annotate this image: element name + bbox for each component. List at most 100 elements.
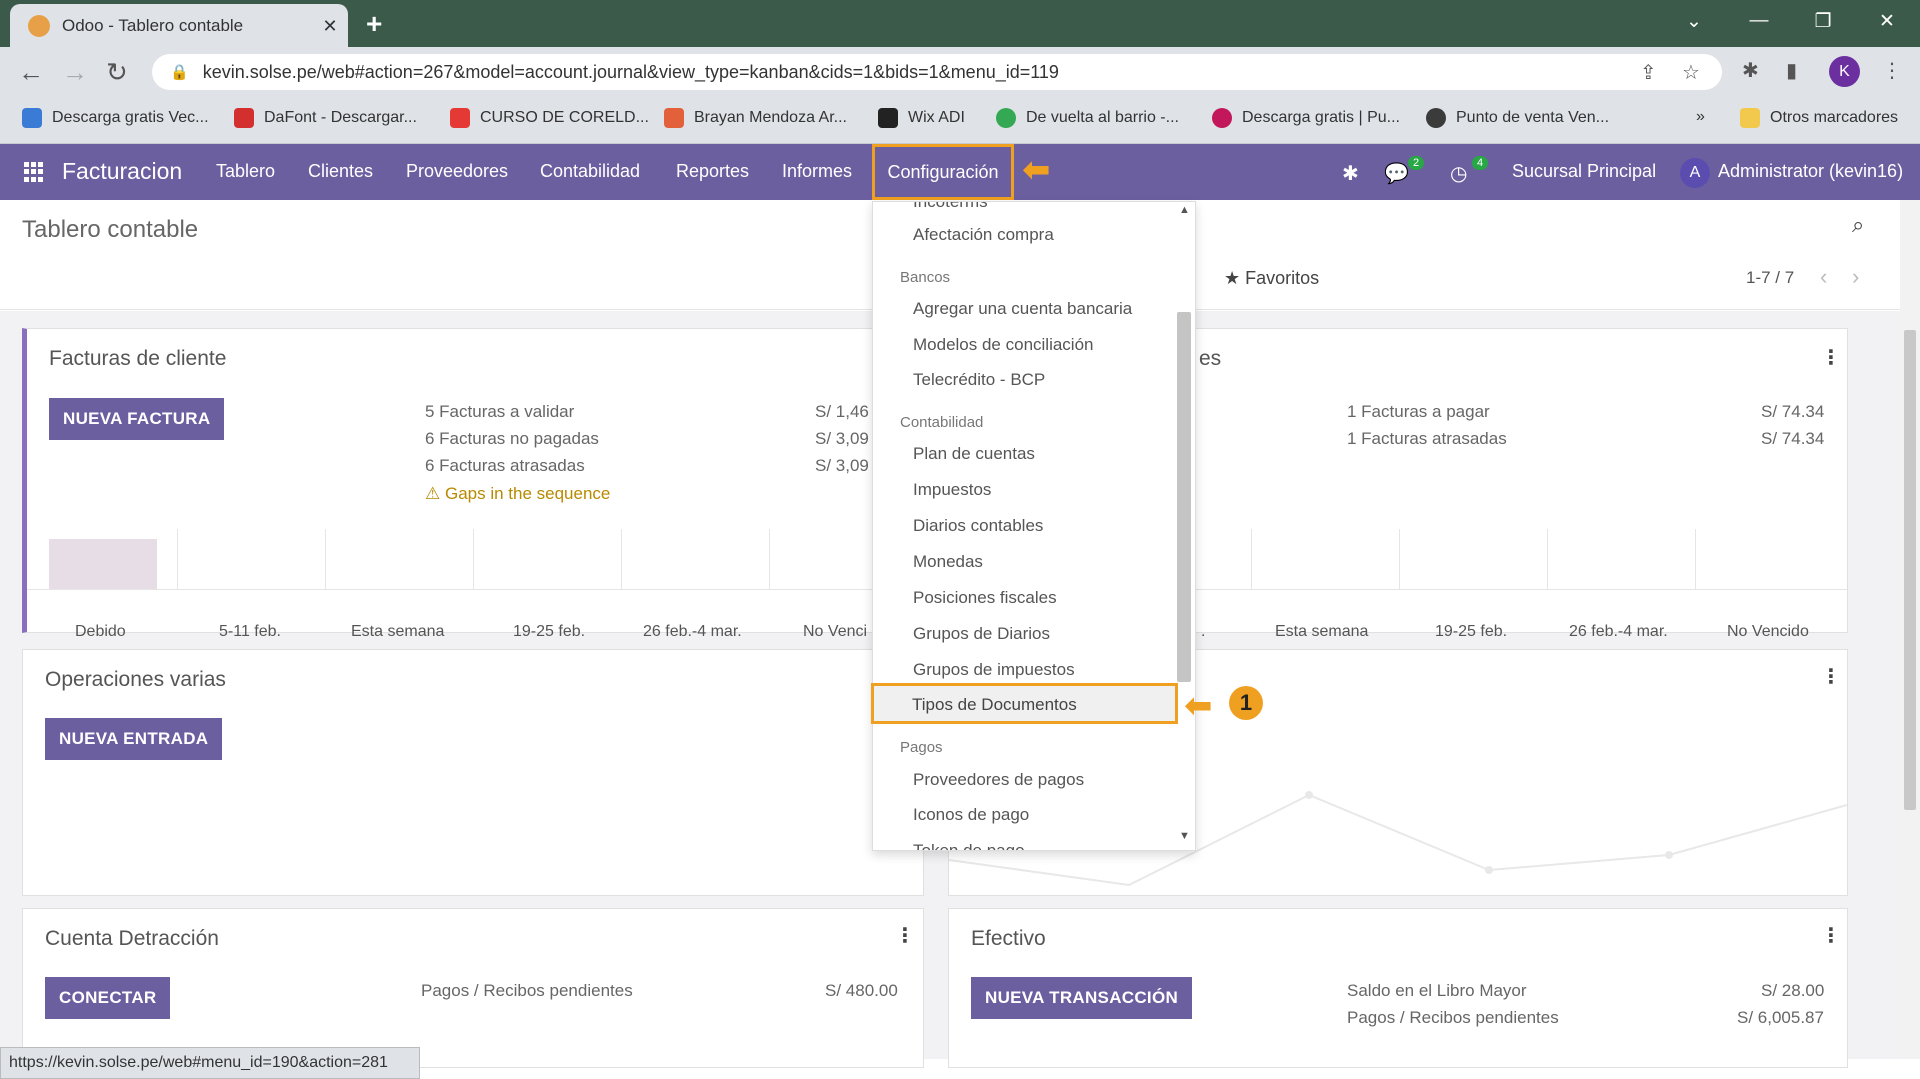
dropdown-item[interactable]: Modelos de conciliación [913, 335, 1094, 355]
dropdown-item[interactable]: Agregar una cuenta bancaria [913, 299, 1132, 319]
dropdown-item[interactable]: Diarios contables [913, 516, 1043, 536]
dropdown-item[interactable]: Monedas [913, 552, 983, 572]
tab-close-icon[interactable]: ✕ [312, 16, 348, 37]
minimize-icon[interactable]: — [1728, 0, 1790, 42]
scroll-down-icon[interactable]: ▼ [1179, 830, 1190, 842]
graph-label: 19-25 feb. [513, 623, 586, 640]
bookmark-favicon-icon [22, 108, 42, 128]
dropdown-section-header: Contabilidad [900, 414, 984, 431]
gaps-warning[interactable]: ⚠ Gaps in the sequence [425, 484, 610, 504]
nav-reportes[interactable]: Reportes [676, 161, 749, 182]
conectar-button[interactable]: CONECTAR [45, 977, 171, 1019]
forward-icon[interactable]: → [62, 57, 88, 88]
dropdown-item[interactable]: Iconos de pago [913, 805, 1029, 825]
dropdown-item[interactable]: Grupos de impuestos [913, 660, 1075, 680]
card-menu-icon[interactable]: ⋮ [1821, 923, 1841, 948]
nav-configuracion[interactable]: Configuración [872, 144, 1014, 200]
bookmarks-overflow-icon[interactable]: » [1696, 108, 1705, 126]
nueva-transaccion-button[interactable]: NUEVA TRANSACCIÓN [971, 977, 1193, 1019]
dropdown-item[interactable]: Proveedores de pagos [913, 770, 1084, 790]
tab-title: Odoo - Tablero contable [62, 16, 244, 35]
chat-icon[interactable]: 💬 [1384, 161, 1409, 186]
search-icon[interactable]: ⌕ [1852, 212, 1864, 238]
nav-clientes[interactable]: Clientes [308, 161, 373, 182]
pager-prev-icon[interactable]: ‹ [1820, 264, 1827, 290]
stat-label[interactable]: 6 Facturas no pagadas [425, 429, 599, 449]
stat-label[interactable]: Pagos / Recibos pendientes [1347, 1008, 1559, 1028]
dropdown-item-tipos-documentos[interactable]: Tipos de Documentos [871, 683, 1178, 724]
new-tab-button[interactable]: + [366, 8, 382, 40]
stat-value: S/ 74.34 [1761, 429, 1825, 448]
stat-label[interactable]: 1 Facturas a pagar [1347, 402, 1490, 422]
stat-label[interactable]: 6 Facturas atrasadas [425, 456, 585, 476]
nueva-factura-button[interactable]: NUEVA FACTURA [49, 398, 225, 440]
profile-avatar[interactable]: K [1829, 56, 1860, 87]
branch-switcher[interactable]: Sucursal Principal [1512, 161, 1656, 182]
scroll-up-icon[interactable]: ▲ [1179, 204, 1190, 216]
bookmark-item[interactable]: Wix ADI [878, 108, 965, 128]
bookmark-star-icon[interactable]: ☆ [1682, 60, 1700, 85]
page-scroll-thumb[interactable] [1904, 330, 1916, 810]
dropdown-item[interactable]: Grupos de Diarios [913, 624, 1050, 644]
bookmark-item[interactable]: De vuelta al barrio -... [996, 108, 1179, 128]
nav-tablero[interactable]: Tablero [216, 161, 275, 182]
other-bookmarks[interactable]: Otros marcadores [1740, 108, 1898, 128]
nueva-entrada-button[interactable]: NUEVA ENTRADA [45, 718, 223, 760]
pager-value[interactable]: 1-7 / 7 [1746, 268, 1794, 288]
bookmark-item[interactable]: Descarga gratis | Pu... [1212, 108, 1400, 128]
bookmark-item[interactable]: Descarga gratis Vec... [22, 108, 209, 128]
stat-label[interactable]: Saldo en el Libro Mayor [1347, 981, 1527, 1001]
dropdown-item[interactable]: Posiciones fiscales [913, 588, 1057, 608]
card-efectivo: Efectivo ⋮ NUEVA TRANSACCIÓN Saldo en el… [948, 908, 1848, 1068]
card-title: es [1199, 347, 1222, 370]
dropdown-item[interactable]: Telecrédito - BCP [913, 370, 1045, 390]
dropdown-item[interactable]: Afectación compra [913, 225, 1054, 245]
browser-menu-icon[interactable]: ⋮ [1882, 58, 1902, 83]
dropdown-item[interactable]: Token de pago [913, 841, 1025, 850]
side-panel-icon[interactable]: ▮ [1786, 58, 1797, 83]
page-scrollbar[interactable] [1900, 200, 1920, 1059]
back-icon[interactable]: ← [18, 57, 44, 88]
user-avatar[interactable]: A [1680, 158, 1710, 188]
dropdown-section-header: Pagos [900, 739, 943, 756]
nav-informes[interactable]: Informes [782, 161, 852, 182]
card-menu-icon[interactable]: ⋮ [1821, 345, 1841, 370]
browser-tab[interactable]: Odoo - Tablero contable ✕ [10, 4, 348, 48]
graph-divider [325, 529, 326, 589]
graph-label: Esta semana [351, 623, 445, 640]
tab-search-icon[interactable]: ⌄ [1663, 0, 1725, 42]
apps-grid-icon[interactable] [24, 162, 44, 182]
reload-icon[interactable]: ↻ [106, 57, 128, 88]
close-window-icon[interactable]: ✕ [1856, 0, 1918, 42]
stat-value: S/ 74.34 [1761, 402, 1825, 421]
app-name[interactable]: Facturacion [62, 158, 182, 185]
user-menu[interactable]: Administrator (kevin16) [1718, 161, 1903, 182]
dropdown-scrollbar[interactable] [1177, 312, 1191, 682]
nav-contabilidad[interactable]: Contabilidad [540, 161, 640, 182]
dropdown-item[interactable]: Plan de cuentas [913, 444, 1035, 464]
nav-proveedores[interactable]: Proveedores [406, 161, 508, 182]
graph-label: No Venci [803, 623, 868, 640]
extensions-icon[interactable]: ✱ [1742, 58, 1759, 83]
stat-label[interactable]: 5 Facturas a validar [425, 402, 574, 422]
play-icon [996, 108, 1016, 128]
favorites-toggle[interactable]: ★ Favoritos [1224, 268, 1319, 289]
card-menu-icon[interactable]: ⋮ [895, 923, 915, 948]
card-menu-icon[interactable]: ⋮ [1821, 664, 1841, 689]
breadcrumb: Tablero contable [22, 216, 199, 243]
bookmark-item[interactable]: DaFont - Descargar... [234, 108, 417, 128]
pager-next-icon[interactable]: › [1852, 264, 1859, 290]
dropdown-item[interactable]: Impuestos [913, 480, 991, 500]
clock-icon[interactable]: ◷ [1450, 161, 1467, 186]
stat-label[interactable]: Pagos / Recibos pendientes [421, 981, 633, 1001]
bookmark-item[interactable]: Brayan Mendoza Ar... [664, 108, 847, 128]
restore-icon[interactable]: ❐ [1792, 0, 1854, 42]
url-field[interactable]: 🔒 kevin.solse.pe/web#action=267&model=ac… [152, 54, 1722, 90]
bug-icon[interactable]: ✱ [1342, 161, 1359, 186]
stat-label[interactable]: 1 Facturas atrasadas [1347, 429, 1507, 449]
bookmark-item[interactable]: CURSO DE CORELD... [450, 108, 649, 128]
share-icon[interactable]: ⇪ [1640, 60, 1657, 85]
lock-icon: 🔒 [170, 64, 189, 81]
dropdown-item[interactable]: Incoterms [913, 202, 988, 212]
bookmark-item[interactable]: Punto de venta Ven... [1426, 108, 1609, 128]
